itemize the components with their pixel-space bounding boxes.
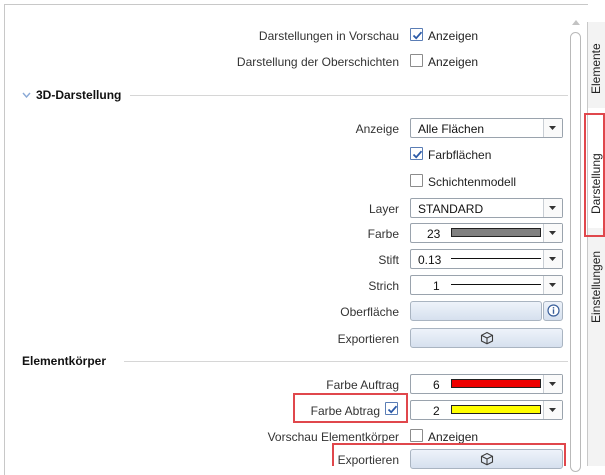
checkbox-schichtenmodell[interactable] — [410, 174, 423, 187]
chevron-down-icon — [549, 126, 556, 130]
dropdown-arrow[interactable] — [543, 276, 562, 294]
tab-einstellungen[interactable]: Einstellungen — [588, 232, 605, 332]
label-oberschichten: Darstellung der Oberschichten — [236, 55, 399, 69]
schichtenmodell-label: Schichtenmodell — [428, 175, 517, 189]
farbflaechen-label: Farbflächen — [428, 148, 492, 162]
oberflaeche-info-button[interactable] — [543, 301, 563, 321]
label-layer: Layer — [368, 202, 399, 216]
label-farbe: Farbe — [367, 227, 399, 241]
section-title-elementkoerper: Elementkörper — [22, 354, 107, 368]
tab-elemente-label: Elemente — [589, 43, 603, 94]
vertical-scrollbar[interactable] — [570, 4, 583, 472]
strich-dropdown[interactable]: 1 — [410, 275, 563, 295]
label-vorschau-elementkoerper: Vorschau Elementkörper — [267, 430, 399, 444]
anzeige-dropdown[interactable]: Alle Flächen — [410, 118, 563, 138]
tab-elemente[interactable]: Elemente — [588, 22, 605, 104]
checkbox-farbflaechen[interactable] — [410, 147, 423, 160]
highlight-tab-darstellung — [584, 113, 605, 237]
label-strich: Strich — [368, 279, 399, 293]
checkbox-oberschichten-label: Anzeigen — [428, 55, 479, 69]
color-swatch — [451, 379, 541, 388]
anzeige-value: Alle Flächen — [418, 122, 485, 136]
label-darstellungen-vorschau: Darstellungen in Vorschau — [258, 29, 399, 43]
dropdown-arrow[interactable] — [543, 375, 562, 393]
chevron-down-icon — [549, 206, 556, 210]
side-tab-bar: Elemente Darstellung Einstellungen — [587, 22, 605, 466]
farbe-abtrag-dropdown[interactable]: 2 — [410, 400, 563, 420]
highlight-exportieren — [332, 443, 566, 466]
stift-value: 0.13 — [418, 253, 442, 267]
dropdown-arrow[interactable] — [543, 199, 562, 217]
tab-einstellungen-label: Einstellungen — [589, 250, 603, 323]
color-swatch — [451, 405, 541, 414]
scroll-up-icon[interactable] — [572, 20, 580, 25]
strich-value: 1 — [433, 279, 440, 293]
checkbox-vorschau-label: Anzeigen — [428, 29, 479, 43]
label-exportieren-3d: Exportieren — [337, 332, 399, 346]
label-stift: Stift — [378, 253, 399, 267]
check-icon — [412, 150, 423, 159]
layer-dropdown[interactable]: STANDARD — [410, 198, 563, 218]
color-swatch — [451, 228, 541, 237]
chevron-down-icon — [549, 283, 556, 287]
highlight-farbe-abtrag — [293, 393, 408, 423]
section-title-3d: 3D-Darstellung — [36, 88, 122, 102]
label-oberflaeche: Oberfläche — [340, 305, 399, 319]
chevron-down-icon — [549, 257, 556, 261]
farbe-auftrag-value: 6 — [433, 378, 440, 392]
info-icon — [547, 304, 560, 317]
checkbox-vorschau-elementkoerper[interactable] — [410, 429, 423, 442]
chevron-down-icon — [549, 382, 556, 386]
check-icon — [412, 31, 423, 40]
section-divider — [130, 95, 568, 96]
label-anzeige: Anzeige — [355, 122, 399, 136]
dropdown-arrow[interactable] — [543, 224, 562, 242]
section-divider — [124, 361, 568, 362]
cube-icon — [480, 331, 494, 345]
collapse-chevron-icon[interactable] — [22, 92, 31, 98]
farbe-auftrag-dropdown[interactable]: 6 — [410, 374, 563, 394]
checkbox-oberschichten[interactable] — [410, 54, 423, 67]
stift-dropdown[interactable]: 0.13 — [410, 249, 563, 269]
farbe-dropdown[interactable]: 23 — [410, 223, 563, 243]
dropdown-arrow[interactable] — [543, 250, 562, 268]
chevron-down-icon — [549, 231, 556, 235]
vorschau-elementkoerper-label: Anzeigen — [428, 430, 479, 444]
line-style-preview — [451, 284, 541, 285]
label-farbe-auftrag: Farbe Auftrag — [326, 378, 399, 392]
checkbox-vorschau[interactable] — [410, 28, 423, 41]
farbe-value: 23 — [427, 227, 441, 241]
export-3d-button[interactable] — [410, 328, 563, 348]
chevron-down-icon — [549, 408, 556, 412]
scrollbar-thumb[interactable] — [570, 32, 581, 472]
pen-line-preview — [451, 258, 541, 259]
dropdown-arrow[interactable] — [543, 401, 562, 419]
oberflaeche-button[interactable] — [410, 301, 542, 321]
dropdown-arrow[interactable] — [543, 119, 562, 137]
farbe-abtrag-value: 2 — [433, 404, 440, 418]
layer-value: STANDARD — [418, 202, 484, 216]
